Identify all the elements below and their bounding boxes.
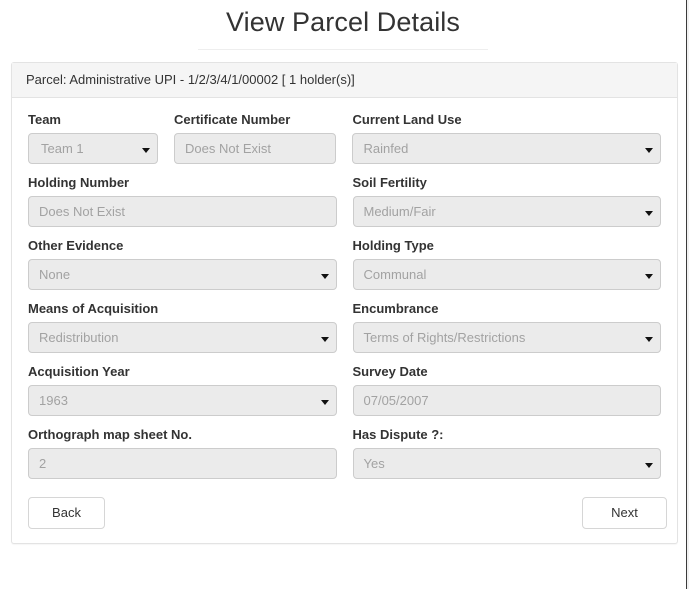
label-holding-number: Holding Number — [28, 175, 130, 190]
input-survey-date[interactable]: 07/05/2007 — [352, 385, 661, 416]
field-group-soil-fertility: Soil Fertility Medium/Fair — [345, 175, 670, 227]
field-group-has-dispute: Has Dispute ?: Yes — [345, 427, 670, 479]
select-encumbrance[interactable]: Terms of Rights/Restrictions — [352, 322, 661, 353]
select-other-evidence[interactable]: None — [28, 259, 337, 290]
select-means-of-acquisition[interactable]: Redistribution — [28, 322, 337, 353]
select-means-of-acquisition-value: Redistribution — [39, 330, 119, 345]
page-viewport: View Parcel Details Parcel: Administrati… — [0, 0, 686, 589]
input-holding-number-value: Does Not Exist — [39, 204, 125, 219]
select-team-value: Team 1 — [41, 141, 84, 156]
input-orthograph-map-sheet-no-value: 2 — [39, 456, 47, 471]
field-group-encumbrance: Encumbrance Terms of Rights/Restrictions — [345, 301, 670, 353]
parcel-form: Team Team 1 Certificate Number Does Not … — [12, 98, 677, 490]
back-button[interactable]: Back — [28, 497, 105, 529]
label-encumbrance: Encumbrance — [352, 301, 439, 316]
field-group-current-land-use: Current Land Use Rainfed — [344, 112, 669, 164]
title-divider — [198, 49, 488, 50]
select-encumbrance-value: Terms of Rights/Restrictions — [363, 330, 526, 345]
input-survey-date-value: 07/05/2007 — [363, 393, 429, 408]
label-means-of-acquisition: Means of Acquisition — [28, 301, 159, 316]
select-has-dispute[interactable]: Yes — [352, 448, 661, 479]
label-soil-fertility: Soil Fertility — [352, 175, 427, 190]
page-title: View Parcel Details — [226, 7, 460, 37]
field-group-means-of-acquisition: Means of Acquisition Redistribution — [20, 301, 345, 353]
field-group-survey-date: Survey Date 07/05/2007 — [345, 364, 670, 416]
chevron-down-icon — [645, 462, 653, 468]
panel-footer: Back Next — [12, 490, 677, 543]
form-row: Other Evidence None Holding Type Communa… — [20, 238, 669, 301]
input-holding-number[interactable]: Does Not Exist — [28, 196, 337, 227]
field-group-orthograph-map-sheet-no: Orthograph map sheet No. 2 — [20, 427, 345, 479]
field-group-acquisition-year: Acquisition Year 1963 — [20, 364, 345, 416]
label-has-dispute: Has Dispute ?: — [352, 427, 444, 442]
chevron-down-icon — [320, 273, 329, 279]
select-soil-fertility[interactable]: Medium/Fair — [352, 196, 661, 227]
panel-heading: Parcel: Administrative UPI - 1/2/3/4/1/0… — [12, 63, 677, 98]
chevron-down-icon — [320, 399, 329, 405]
field-group-other-evidence: Other Evidence None — [20, 238, 345, 290]
next-button[interactable]: Next — [582, 497, 667, 529]
label-holding-type: Holding Type — [352, 238, 434, 253]
chevron-down-icon — [142, 147, 151, 153]
input-certificate-number[interactable]: Does Not Exist — [174, 133, 337, 164]
select-soil-fertility-value: Medium/Fair — [363, 204, 436, 219]
form-row: Team Team 1 Certificate Number Does Not … — [20, 112, 669, 175]
select-current-land-use[interactable]: Rainfed — [352, 133, 661, 164]
chevron-down-icon — [320, 336, 329, 342]
select-acquisition-year-value: 1963 — [39, 393, 68, 408]
label-acquisition-year: Acquisition Year — [28, 364, 130, 379]
form-row: Orthograph map sheet No. 2 Has Dispute ?… — [20, 427, 669, 490]
input-certificate-number-value: Does Not Exist — [185, 141, 271, 156]
input-orthograph-map-sheet-no[interactable]: 2 — [28, 448, 337, 479]
form-row: Means of Acquisition Redistribution Encu… — [20, 301, 669, 364]
select-current-land-use-value: Rainfed — [363, 141, 409, 156]
label-current-land-use: Current Land Use — [352, 112, 462, 127]
chevron-down-icon — [645, 210, 653, 216]
select-has-dispute-value: Yes — [363, 456, 385, 471]
form-row: Acquisition Year 1963 Survey Date 07/05/… — [20, 364, 669, 427]
form-row: Holding Number Does Not Exist Soil Ferti… — [20, 175, 669, 238]
chevron-down-icon — [645, 273, 653, 279]
chevron-down-icon — [645, 336, 653, 342]
parcel-details-panel: Parcel: Administrative UPI - 1/2/3/4/1/0… — [11, 62, 678, 544]
select-acquisition-year[interactable]: 1963 — [28, 385, 337, 416]
label-orthograph-map-sheet-no: Orthograph map sheet No. — [28, 427, 192, 442]
label-team: Team — [28, 112, 61, 127]
field-group-holding-type: Holding Type Communal — [345, 238, 670, 290]
field-group-holding-number: Holding Number Does Not Exist — [20, 175, 345, 227]
chevron-down-icon — [644, 147, 653, 153]
field-group-certificate-number: Certificate Number Does Not Exist — [166, 112, 344, 164]
select-holding-type-value: Communal — [363, 267, 427, 282]
label-other-evidence: Other Evidence — [28, 238, 124, 253]
select-other-evidence-value: None — [39, 267, 71, 282]
field-group-team: Team Team 1 — [20, 112, 166, 164]
select-holding-type[interactable]: Communal — [352, 259, 661, 290]
select-team[interactable]: Team 1 — [28, 133, 159, 164]
label-survey-date: Survey Date — [352, 364, 428, 379]
label-certificate-number: Certificate Number — [174, 112, 291, 127]
